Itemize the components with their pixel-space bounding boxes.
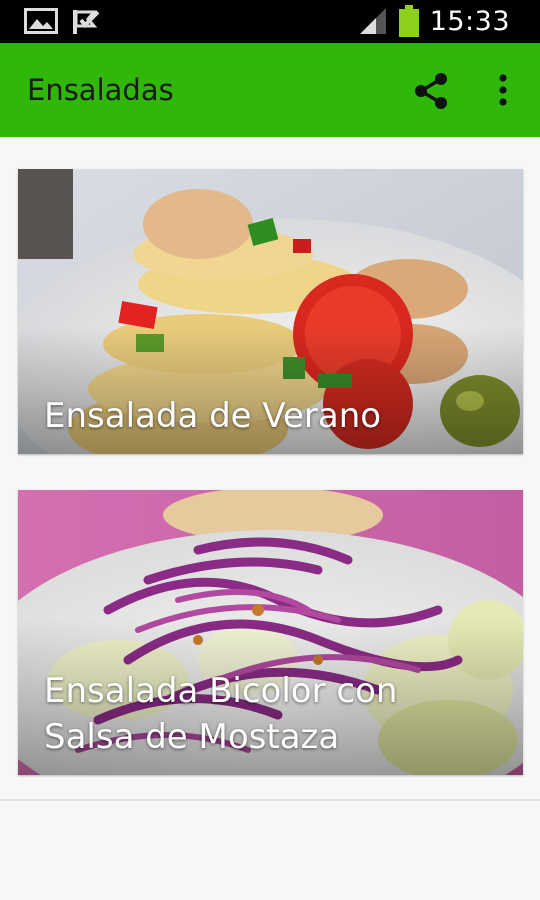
- recipe-title: Ensalada Bicolor con Salsa de Mostaza: [44, 671, 398, 757]
- overflow-menu-button[interactable]: [486, 71, 520, 111]
- recipe-card[interactable]: Ensalada de Verano: [18, 169, 523, 454]
- list-divider: [0, 799, 540, 801]
- share-button[interactable]: [412, 71, 452, 111]
- page-title: Ensaladas: [27, 73, 174, 107]
- image-icon: [24, 8, 58, 34]
- recipe-title: Ensalada de Verano: [44, 396, 382, 436]
- check-flag-icon: [73, 10, 100, 34]
- share-icon: [415, 73, 447, 109]
- overflow-menu-icon: [499, 74, 507, 106]
- signal-icon: [359, 8, 386, 34]
- recipe-card[interactable]: Ensalada Bicolor con Salsa de Mostaza: [18, 490, 523, 775]
- app-bar: Ensaladas: [0, 43, 540, 137]
- status-clock: 15:33: [429, 5, 510, 37]
- battery-icon: [398, 5, 419, 37]
- recipe-list: Ensalada de Verano Ensalada Bicolor con …: [0, 137, 540, 900]
- status-bar: 15:33: [0, 0, 540, 43]
